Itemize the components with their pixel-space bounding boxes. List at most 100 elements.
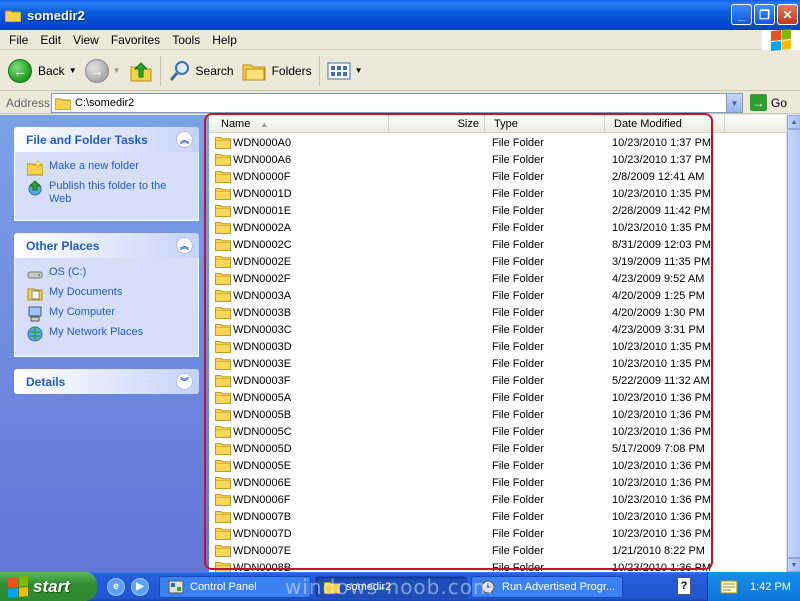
panel-header[interactable]: Details ︾ [14, 369, 199, 394]
table-row[interactable]: WDN0005A File Folder 10/23/2010 1:36 PM [209, 389, 786, 406]
column-date-modified[interactable]: Date Modified [605, 115, 725, 133]
file-name: WDN0005D [233, 442, 292, 455]
expand-icon[interactable]: ︾ [176, 373, 193, 390]
close-button[interactable]: ✕ [777, 4, 798, 25]
table-row[interactable]: WDN0005D File Folder 5/17/2009 7:08 PM [209, 440, 786, 457]
title-bar: somedir2 _ ❐ ✕ [0, 0, 800, 30]
collapse-icon[interactable]: ︽ [176, 131, 193, 148]
table-row[interactable]: WDN0001D File Folder 10/23/2010 1:35 PM [209, 185, 786, 202]
file-date-modified: 5/17/2009 7:08 PM [612, 442, 705, 455]
column-type[interactable]: Type [485, 115, 605, 133]
table-row[interactable]: WDN0007D File Folder 10/23/2010 1:36 PM [209, 525, 786, 542]
go-arrow-icon: → [750, 94, 767, 111]
folders-button[interactable]: Folders [238, 54, 316, 88]
column-size[interactable]: Size [389, 115, 485, 133]
panel-header[interactable]: File and Folder Tasks ︽ [14, 127, 199, 152]
search-button[interactable]: Search [164, 54, 238, 88]
table-row[interactable]: WDN0005B File Folder 10/23/2010 1:36 PM [209, 406, 786, 423]
publish-to-web-link[interactable]: Publish this folder to the Web [27, 180, 188, 206]
taskbar-control-panel[interactable]: Control Panel [159, 575, 311, 598]
table-row[interactable]: WDN0002C File Folder 8/31/2009 12:03 PM [209, 236, 786, 253]
menu-file[interactable]: File [0, 33, 34, 47]
table-row[interactable]: WDN0005C File Folder 10/23/2010 1:36 PM [209, 423, 786, 440]
address-input[interactable]: C:\somedir2 ▼ [51, 93, 743, 113]
file-date-modified: 10/23/2010 1:35 PM [612, 340, 712, 353]
toolbar-separator [159, 55, 161, 86]
table-row[interactable]: WDN000A0 File Folder 10/23/2010 1:37 PM [209, 134, 786, 151]
table-row[interactable]: WDN0003B File Folder 4/20/2009 1:30 PM [209, 304, 786, 321]
folder-icon [215, 545, 231, 557]
column-name[interactable]: Name ▲ [209, 115, 389, 133]
minimize-button[interactable]: _ [731, 4, 752, 25]
folder-icon [215, 273, 231, 285]
views-dropdown-icon[interactable]: ▼ [355, 66, 363, 75]
maximize-button[interactable]: ❐ [754, 4, 775, 25]
windows-flag-icon [8, 575, 28, 598]
folder-icon [215, 409, 231, 421]
place-my-computer[interactable]: My Computer [27, 306, 188, 322]
vertical-scrollbar[interactable]: ▲ ▼ [786, 115, 800, 572]
file-list: Name ▲ Size Type Date Modified WDN000A0 F… [209, 115, 786, 574]
table-row[interactable]: WDN0003C File Folder 4/23/2009 3:31 PM [209, 321, 786, 338]
scroll-up-button[interactable]: ▲ [787, 115, 800, 129]
file-name: WDN0003C [233, 323, 292, 336]
file-type: File Folder [492, 391, 544, 404]
menu-edit[interactable]: Edit [34, 33, 67, 47]
start-button[interactable]: start [0, 572, 97, 601]
folder-icon [215, 511, 231, 523]
scroll-down-button[interactable]: ▼ [787, 558, 800, 572]
table-row[interactable]: WDN0002E File Folder 3/19/2009 11:35 PM [209, 253, 786, 270]
table-row[interactable]: WDN0003D File Folder 10/23/2010 1:35 PM [209, 338, 786, 355]
table-row[interactable]: WDN0002A File Folder 10/23/2010 1:35 PM [209, 219, 786, 236]
forward-dropdown-icon[interactable]: ▼ [113, 66, 121, 75]
table-row[interactable]: WDN0002F File Folder 4/23/2009 9:52 AM [209, 270, 786, 287]
file-name-cell: WDN0007E [215, 544, 291, 557]
table-row[interactable]: WDN000A6 File Folder 10/23/2010 1:37 PM [209, 151, 786, 168]
help-icon[interactable]: ? [677, 577, 691, 595]
make-new-folder-link[interactable]: Make a new folder [27, 160, 188, 176]
menu-view[interactable]: View [67, 33, 105, 47]
table-row[interactable]: WDN0000F File Folder 2/8/2009 12:41 AM [209, 168, 786, 185]
folder-icon [55, 98, 71, 110]
menu-help[interactable]: Help [206, 33, 243, 47]
clock[interactable]: 1:42 PM [750, 581, 791, 593]
file-name: WDN0003E [233, 357, 292, 370]
taskbar-somedir2[interactable]: somedir2 [315, 575, 467, 598]
go-button[interactable]: → Go [750, 94, 787, 111]
menu-tools[interactable]: Tools [166, 33, 206, 47]
place-my-documents[interactable]: My Documents [27, 286, 188, 302]
file-name-cell: WDN0001D [215, 187, 292, 200]
table-row[interactable]: WDN0007E File Folder 1/21/2010 8:22 PM [209, 542, 786, 559]
table-row[interactable]: WDN0001E File Folder 2/28/2009 11:42 PM [209, 202, 786, 219]
table-row[interactable]: WDN0003F File Folder 5/22/2009 11:32 AM [209, 372, 786, 389]
taskbar-run-advertised[interactable]: Run Advertised Progr... [471, 575, 623, 598]
table-row[interactable]: WDN0003E File Folder 10/23/2010 1:35 PM [209, 355, 786, 372]
file-name-cell: WDN0005B [215, 408, 291, 421]
file-type: File Folder [492, 476, 544, 489]
file-date-modified: 10/23/2010 1:35 PM [612, 221, 712, 234]
table-row[interactable]: WDN0007B File Folder 10/23/2010 1:36 PM [209, 508, 786, 525]
table-row[interactable]: WDN0006F File Folder 10/23/2010 1:36 PM [209, 491, 786, 508]
collapse-icon[interactable]: ︽ [176, 237, 193, 254]
internet-explorer-icon[interactable]: e [107, 577, 125, 596]
search-label: Search [195, 63, 234, 78]
file-date-modified: 8/31/2009 12:03 PM [612, 238, 712, 251]
back-button[interactable]: ← Back ▼ [0, 54, 81, 88]
forward-button[interactable]: → ▼ [81, 54, 125, 88]
table-row[interactable]: WDN0003A File Folder 4/20/2009 1:25 PM [209, 287, 786, 304]
menu-favorites[interactable]: Favorites [105, 33, 166, 47]
views-button[interactable]: ▼ [323, 54, 367, 88]
up-folder-button[interactable] [125, 54, 157, 88]
place-os-c[interactable]: OS (C:) [27, 266, 188, 282]
place-my-network-places[interactable]: My Network Places [27, 326, 188, 342]
file-date-modified: 4/20/2009 1:30 PM [612, 306, 705, 319]
media-player-icon[interactable]: ▶ [131, 577, 149, 596]
tray-icon[interactable] [720, 579, 738, 595]
back-dropdown-icon[interactable]: ▼ [69, 66, 77, 75]
table-row[interactable]: WDN0005E File Folder 10/23/2010 1:36 PM [209, 457, 786, 474]
address-dropdown-icon[interactable]: ▼ [726, 94, 742, 112]
panel-header[interactable]: Other Places ︽ [14, 233, 199, 258]
table-row[interactable]: WDN0006E File Folder 10/23/2010 1:36 PM [209, 474, 786, 491]
file-name: WDN0003B [233, 306, 292, 319]
scroll-thumb[interactable] [787, 129, 800, 558]
